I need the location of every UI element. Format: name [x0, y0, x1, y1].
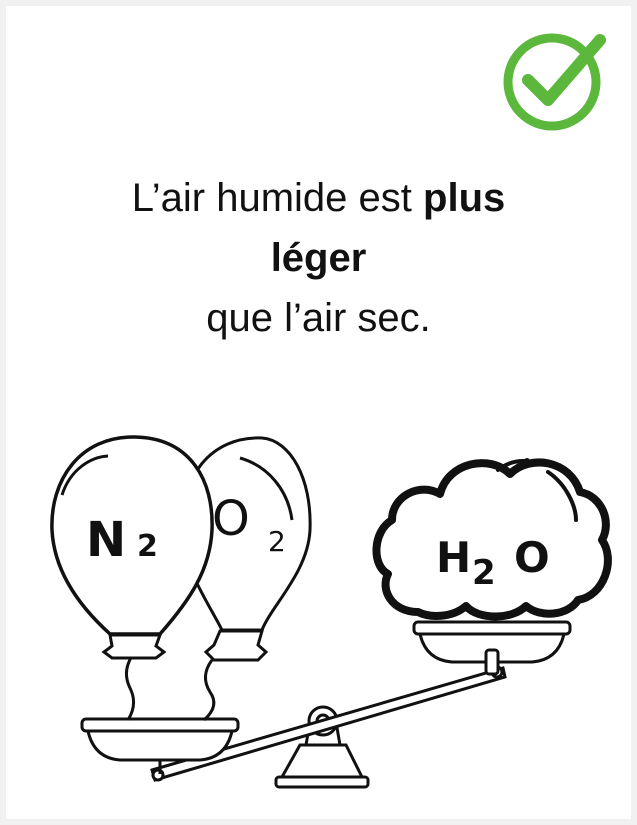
h2o-subscript: 2	[472, 553, 496, 593]
h2o-h-label: H	[436, 533, 471, 582]
cloud-h2o: H 2 O	[372, 458, 612, 621]
right-pan	[412, 620, 572, 676]
h2o-o-label: O	[514, 533, 550, 582]
n2-subscript: 2	[137, 529, 158, 564]
statement-line-2: léger	[0, 228, 637, 288]
statement-text: L’air humide est plus léger que l’air se…	[0, 168, 637, 348]
o2-subscript: 2	[268, 525, 286, 558]
statement-line-3: que l’air sec.	[206, 296, 431, 340]
n2-label: N	[86, 512, 126, 568]
emphasis-leger: léger	[270, 236, 367, 280]
o2-label: O	[212, 491, 250, 547]
balance-scale-illustration: O 2 N 2 H 2 O	[50, 435, 612, 789]
left-pan	[80, 717, 240, 774]
statement-line-1: L’air humide est plus	[131, 176, 506, 220]
balloon-strings	[125, 655, 216, 722]
balloon-n2: N 2	[50, 435, 214, 660]
checkmark-circle-icon	[503, 33, 606, 131]
emphasis-plus: plus	[423, 176, 506, 220]
